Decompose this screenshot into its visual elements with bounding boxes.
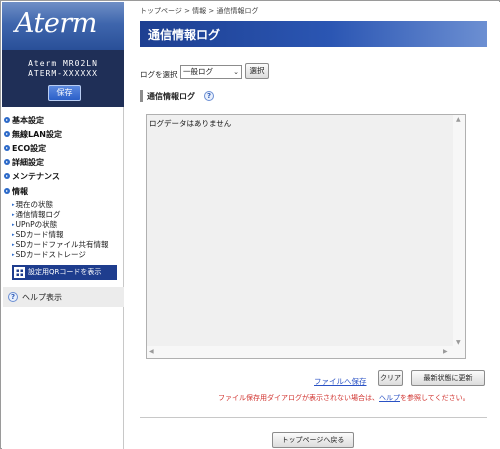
window-frame: Aterm Aterm MR02LN ATERM-XXXXXX 保存 基本設定 … [0,0,500,449]
scroll-down-icon[interactable]: ▼ [456,339,461,346]
help-icon: ? [8,292,18,302]
sidebar: Aterm Aterm MR02LN ATERM-XXXXXX 保存 基本設定 … [2,2,124,449]
log-textarea[interactable]: ログデータはありません ▲ ▼ ◀ ▶ [146,114,466,359]
clear-button[interactable]: クリア [378,370,403,386]
section-marker [140,90,143,102]
menu-maintenance[interactable]: メンテナンス [4,171,60,182]
help-icon[interactable]: ? [204,91,214,101]
menu-basic-settings[interactable]: 基本設定 [4,115,44,126]
aterm-logo: Aterm [15,8,97,39]
page-title: 通信情報ログ [148,28,221,42]
model-name: Aterm MR02LN [28,59,98,68]
help-display-link[interactable]: ? ヘルプ表示 [3,287,124,307]
menu-detail-settings[interactable]: 詳細設定 [4,157,44,168]
horizontal-scrollbar[interactable]: ◀ ▶ [147,346,453,358]
log-content: ログデータはありません [149,119,232,128]
divider [140,417,487,418]
logo-panel: Aterm [2,2,124,50]
select-button[interactable]: 選択 [245,63,269,79]
qr-code-icon [14,267,25,278]
help-label: ヘルプ表示 [22,293,62,302]
menu-eco-settings[interactable]: ECO設定 [4,143,46,154]
arrow-icon [4,188,10,194]
chevron-down-icon: ⌄ [233,68,239,76]
section-header: 通信情報ログ ? [140,90,390,103]
device-id: ATERM-XXXXXX [28,69,98,78]
sidebar-item-sd-storage[interactable]: SDカードストレージ [12,249,86,260]
menu-wlan-settings[interactable]: 無線LAN設定 [4,129,62,140]
show-qr-code-button[interactable]: 設定用QRコードを表示 [12,265,117,280]
arrow-icon [4,145,10,151]
save-to-file-link[interactable]: ファイルへ保存 [314,376,367,387]
vertical-scrollbar[interactable]: ▲ ▼ [453,115,465,358]
scroll-left-icon[interactable]: ◀ [149,348,154,355]
arrow-icon [4,117,10,123]
save-dialog-warning: ファイル保存用ダイアログが表示されない場合は、ヘルプを参照してください。 [218,394,470,402]
back-to-top-button[interactable]: トップページへ戻る [272,432,354,448]
breadcrumb: トップページ > 情報 > 通信情報ログ [140,7,259,15]
refresh-button[interactable]: 最新状態に更新 [411,370,485,386]
main-content: トップページ > 情報 > 通信情報ログ 通信情報ログ ログを選択 一般ログ ⌄… [124,2,500,449]
arrow-icon [4,159,10,165]
arrow-icon [4,173,10,179]
log-select-label: ログを選択 [140,70,178,79]
section-title: 通信情報ログ [147,92,195,101]
log-type-select[interactable]: 一般ログ ⌄ [180,65,242,79]
menu-info[interactable]: 情報 [4,186,28,197]
save-button[interactable]: 保存 [48,85,81,101]
page-title-bar: 通信情報ログ [140,21,487,47]
scroll-right-icon[interactable]: ▶ [443,348,448,355]
scroll-up-icon[interactable]: ▲ [456,116,461,123]
arrow-icon [4,131,10,137]
help-link[interactable]: ヘルプ [379,394,400,402]
log-select-value: 一般ログ [183,67,213,76]
